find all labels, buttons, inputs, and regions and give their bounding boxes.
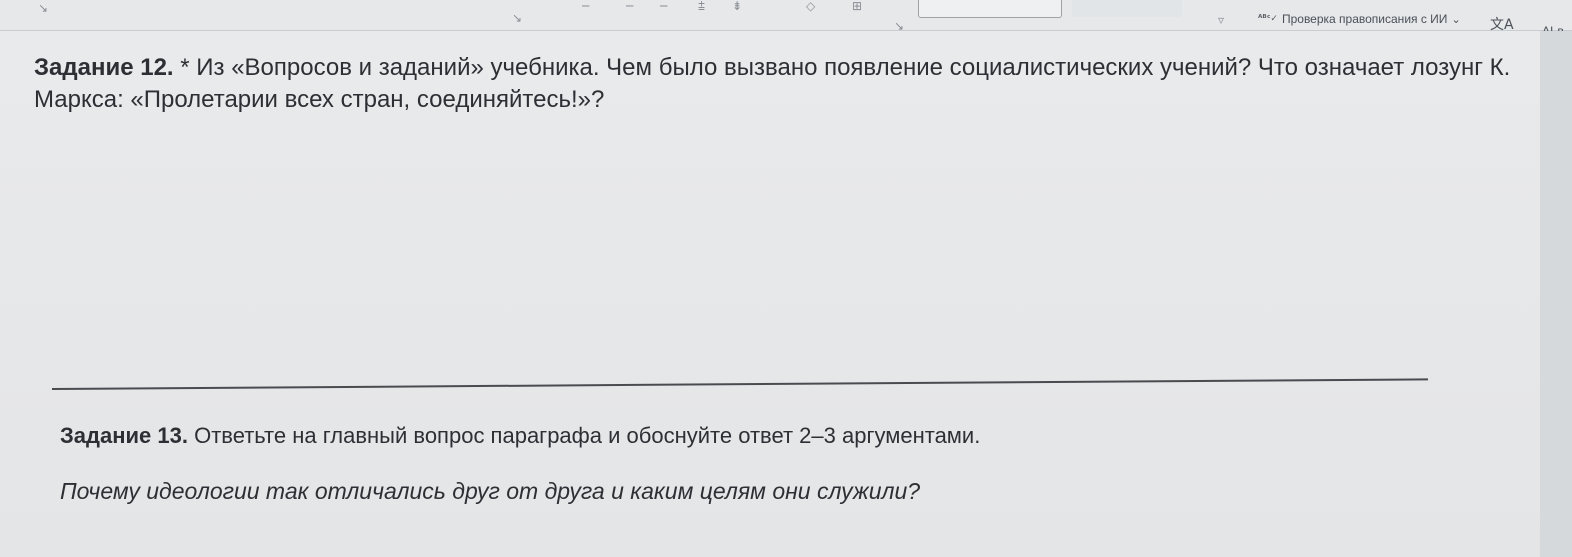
indent-icon[interactable]: ─ [660,0,667,12]
task-12-number: Задание 12. [34,54,174,81]
expand-group-icon[interactable]: ↘ [38,2,48,14]
spacing-icon[interactable]: ⇟ [732,0,742,12]
borders-icon[interactable]: ⊞ [852,0,862,12]
main-question: Почему идеологии так отличались друг от … [60,478,921,504]
task-13-paragraph: Задание 13. Ответьте на главный вопрос п… [60,420,1460,452]
task-12-paragraph: Задание 12. * Из «Вопросов и заданий» уч… [34,52,1514,116]
align-icon[interactable]: ⩲ [698,0,705,12]
chevron-down-icon: ⌄ [1451,12,1461,26]
expand-group-icon[interactable]: ↘ [512,12,522,24]
task-13-number: Задание 13. [60,423,188,448]
style-gallery-secondary[interactable] [1072,0,1182,17]
style-gallery[interactable] [918,0,1062,18]
page-gutter [1540,31,1572,557]
shading-icon[interactable]: ◇ [806,0,815,12]
task-13-text: Ответьте на главный вопрос параграфа и о… [194,423,981,448]
line-spacing-icon[interactable]: ─ [582,0,589,12]
dropdown-icon[interactable]: ▿ [1218,14,1224,26]
spell-check-label: Проверка правописания с ИИ [1281,12,1448,26]
task-12-text: * Из «Вопросов и заданий» учебника. Чем … [34,54,1511,113]
indent-icon[interactable]: ─ [626,0,633,12]
spell-check-button[interactable]: ᴬᴮᶜ✓ Проверка правописания с ИИ ⌄ [1258,10,1461,28]
spell-check-icon: ᴬᴮᶜ✓ [1258,14,1278,24]
ribbon-toolbar: ↘ ↘ ─ ─ ─ ⩲ ⇟ ◇ ⊞ ↘ ▿ ↘ ᴬᴮᶜ✓ Проверка пр… [0,0,1572,42]
